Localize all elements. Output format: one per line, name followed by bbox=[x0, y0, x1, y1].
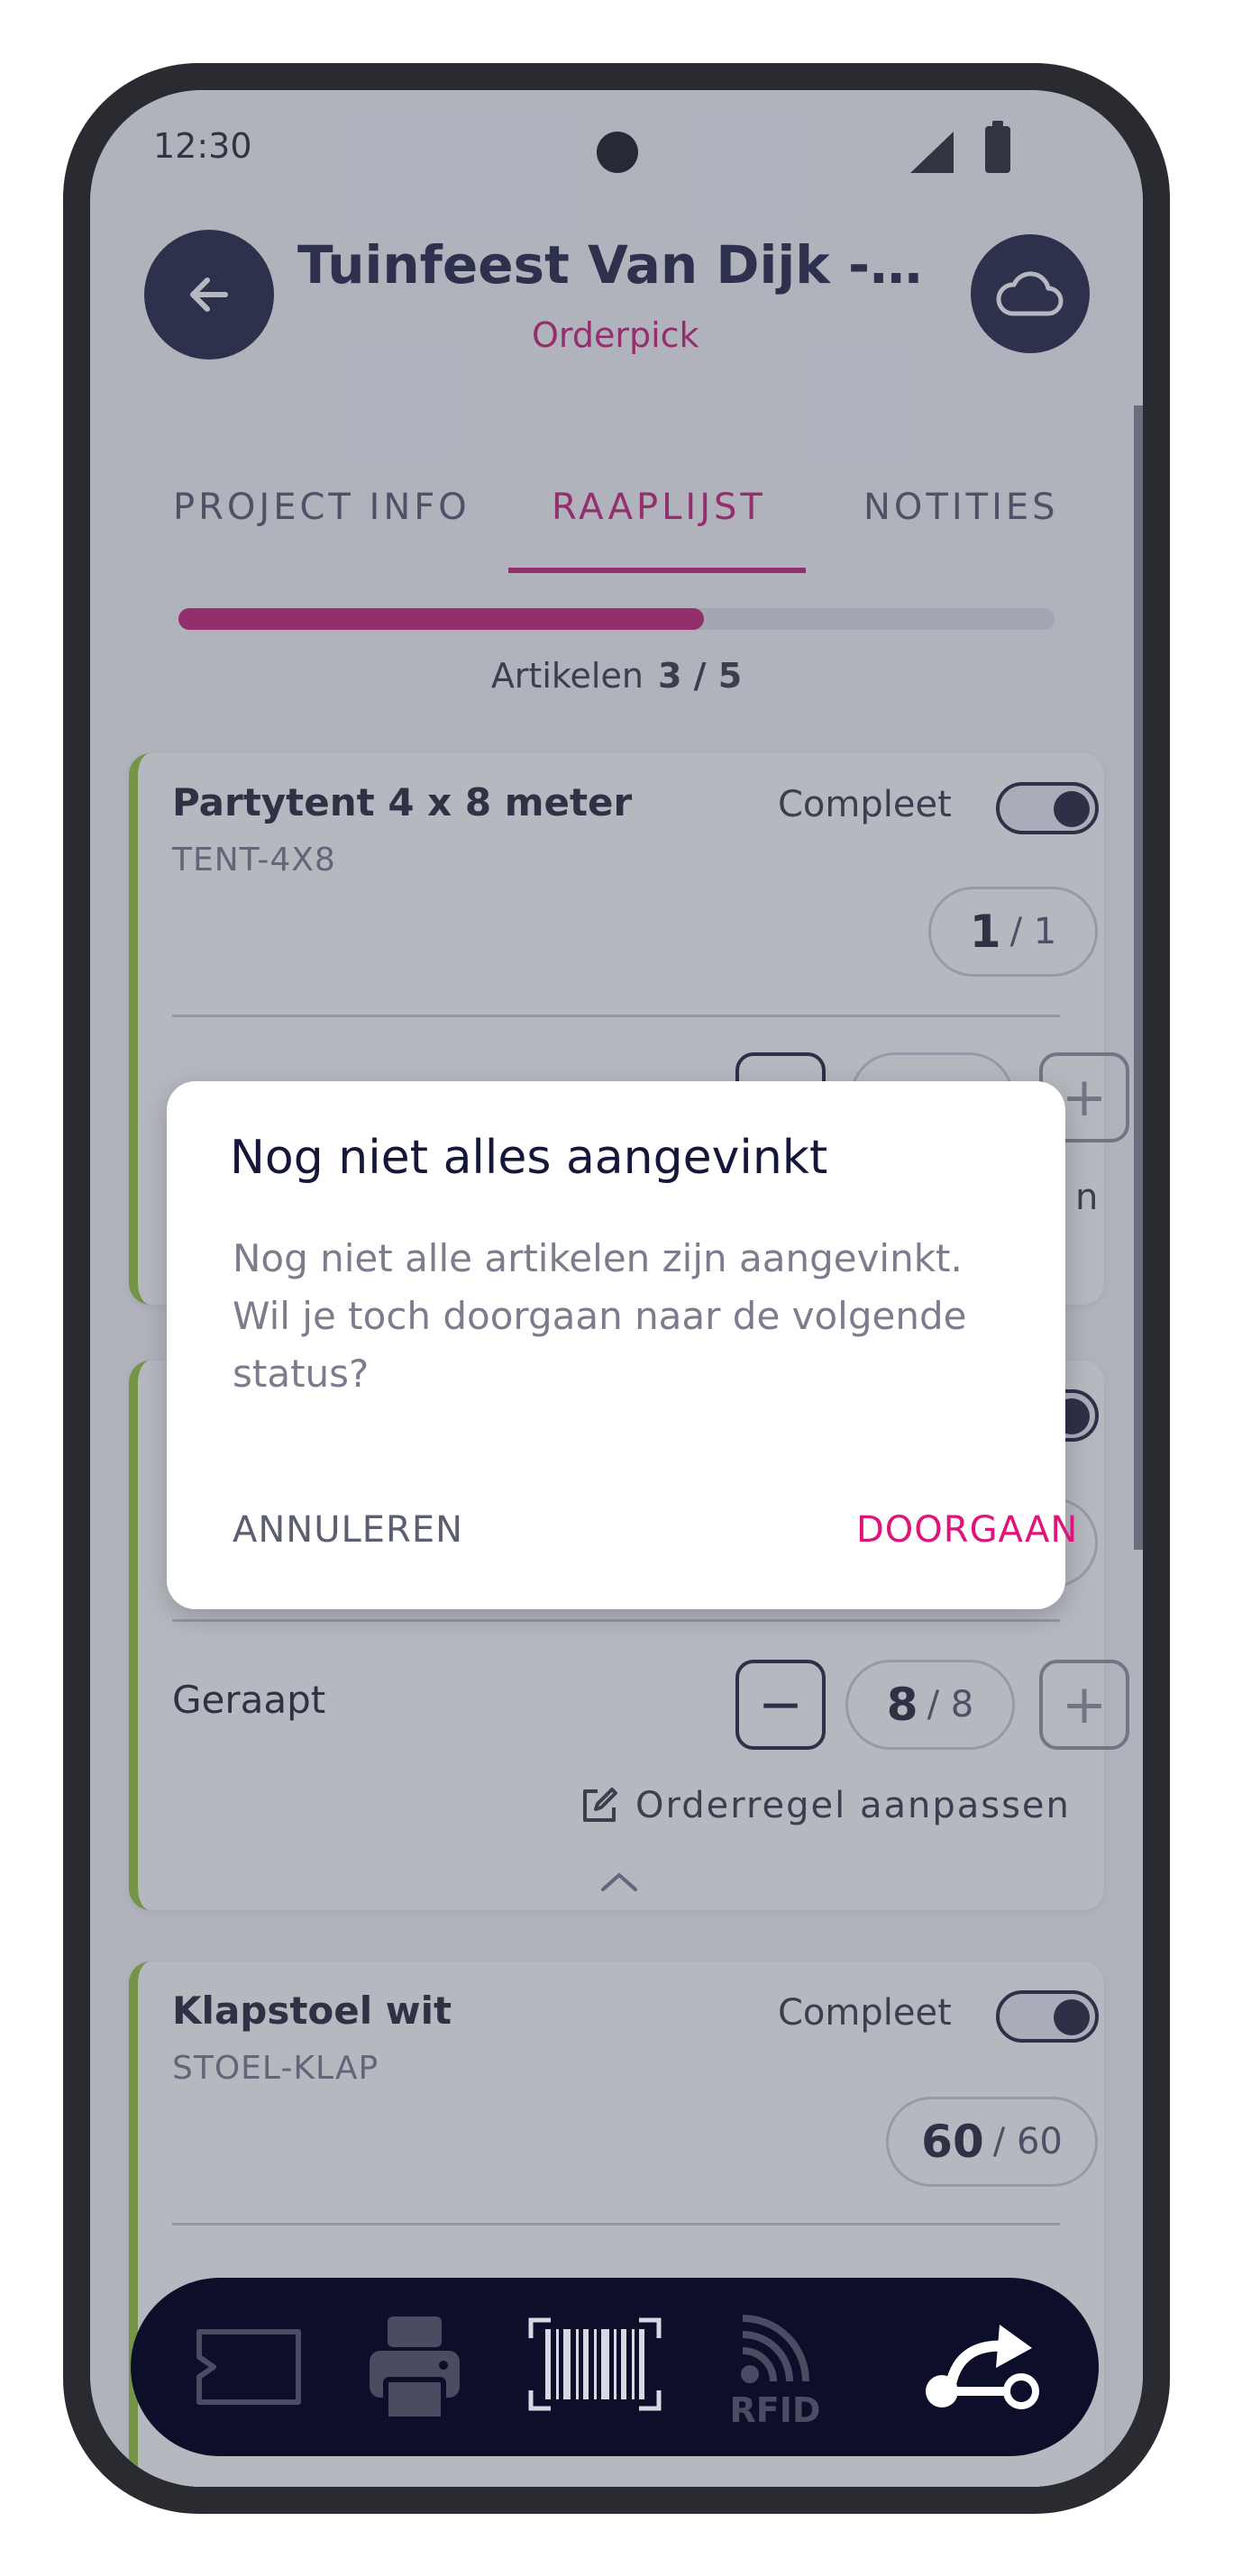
barcode-scan-button[interactable] bbox=[527, 2314, 662, 2415]
forward-status-icon bbox=[926, 2325, 1039, 2409]
cancel-button[interactable]: ANNULEREN bbox=[233, 1509, 463, 1551]
card-scan-icon bbox=[196, 2329, 301, 2405]
bottom-action-bar: RFID bbox=[131, 2278, 1099, 2456]
rfid-label: RFID bbox=[729, 2390, 821, 2430]
dialog-title: Nog niet alles aangevinkt bbox=[230, 1131, 828, 1185]
continue-button[interactable]: DOORGAAN bbox=[856, 1509, 1078, 1551]
dialog-message: Nog niet alle artikelen zijn aangevinkt.… bbox=[233, 1236, 967, 1396]
rfid-button[interactable]: RFID bbox=[721, 2305, 829, 2440]
rfid-icon bbox=[741, 2315, 809, 2383]
barcode-icon bbox=[528, 2317, 662, 2411]
app-screen: 12:30 Tuinfeest Van Dijk -… Orderpick PR… bbox=[90, 90, 1143, 2487]
next-status-button[interactable] bbox=[920, 2314, 1046, 2422]
scan-card-button[interactable] bbox=[192, 2314, 306, 2420]
print-button[interactable] bbox=[365, 2305, 464, 2431]
confirm-dialog: Nog niet alles aangevinkt Nog niet alle … bbox=[167, 1081, 1077, 1609]
printer-icon bbox=[370, 2317, 460, 2421]
